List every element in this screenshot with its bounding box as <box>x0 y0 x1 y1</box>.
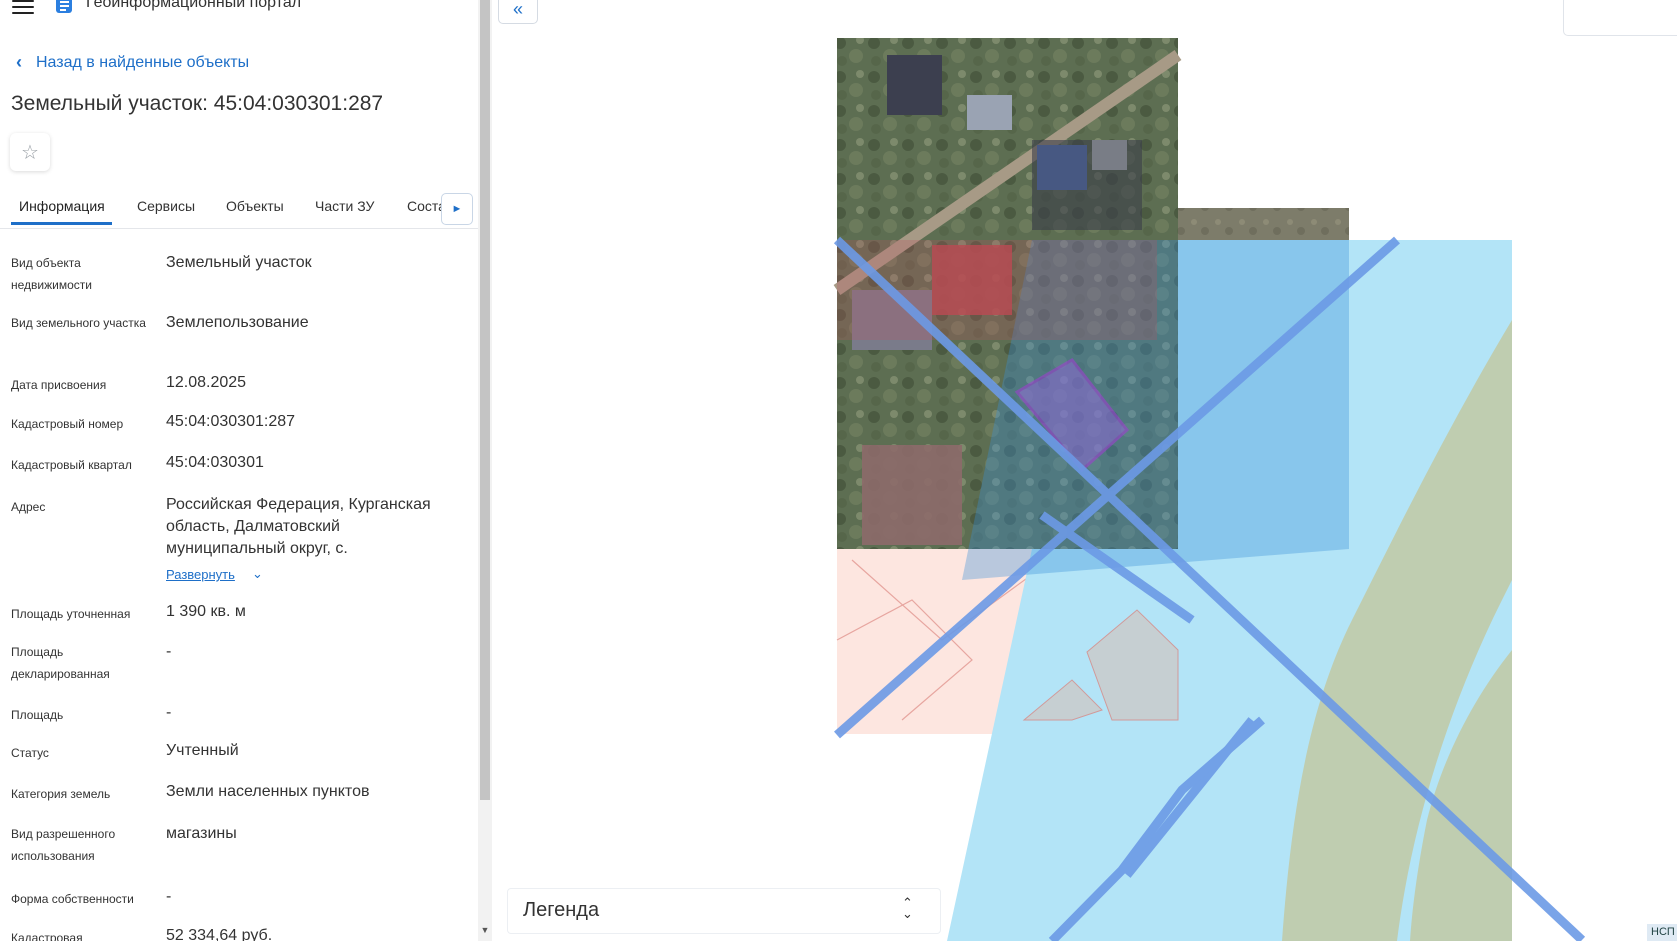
imagery-roof <box>862 445 962 545</box>
property-value: Земли населенных пунктов <box>166 783 370 800</box>
tab-services[interactable]: Сервисы <box>137 198 195 214</box>
portal-title: Геоинформационный портал <box>86 0 302 11</box>
menu-icon[interactable] <box>12 0 34 14</box>
info-panel: Геоинформационный портал ‹ Назад в найде… <box>0 0 478 941</box>
scroll-down-arrow-icon[interactable]: ▼ <box>479 925 491 939</box>
collapse-panel-button[interactable]: « <box>498 0 538 24</box>
active-tab-indicator <box>11 222 112 225</box>
property-value: - <box>166 888 172 905</box>
double-chevron-left-icon: « <box>512 0 523 19</box>
legend-panel[interactable]: Легенда ⌃ ⌄ <box>507 888 941 934</box>
property-label: Категория земель <box>11 787 111 801</box>
property-value: Российская Федерация, Курганская область… <box>166 496 431 557</box>
property-label: Площадь уточненная <box>11 607 131 621</box>
property-label: Кадастровый номер <box>11 417 124 431</box>
expand-address-link[interactable]: Развернуть <box>166 567 235 582</box>
property-value: Землепользование <box>166 314 309 331</box>
property-label: Площадь <box>11 708 64 722</box>
property-value: 45:04:030301 <box>166 454 264 471</box>
scrollbar-thumb[interactable] <box>480 0 490 800</box>
property-value: Учтенный <box>166 742 239 759</box>
imagery-field <box>1032 140 1142 230</box>
chevron-left-icon: ‹ <box>16 52 22 72</box>
expand-collapse-icon[interactable]: ⌃ ⌄ <box>902 896 913 920</box>
property-label: Кадастровый квартал <box>11 458 132 472</box>
tab-parcel-parts[interactable]: Части ЗУ <box>315 198 374 214</box>
property-value: - <box>166 643 172 660</box>
tab-objects[interactable]: Объекты <box>226 198 284 214</box>
property-label: Вид разрешенного использования <box>11 827 116 863</box>
scale-indicator: НСП <box>1647 924 1677 941</box>
imagery-roof <box>967 95 1012 130</box>
property-value: - <box>166 704 172 721</box>
property-label: Вид объекта недвижимости <box>11 256 92 292</box>
property-value: 45:04:030301:287 <box>166 413 296 430</box>
object-title: Земельный участок: 45:04:030301:287 <box>11 92 384 115</box>
chevron-right-icon: ► <box>451 203 463 215</box>
map-control-box[interactable] <box>1563 0 1677 36</box>
property-value: магазины <box>166 825 237 842</box>
portal-logo-icon <box>56 0 72 13</box>
property-value: 1 390 кв. м <box>166 603 246 620</box>
tab-information[interactable]: Информация <box>19 198 105 214</box>
property-label: Адрес <box>11 500 46 514</box>
chevron-down-icon[interactable]: ⌄ <box>252 566 263 582</box>
property-label: Кадастровая <box>11 931 83 941</box>
imagery-roof <box>887 55 942 115</box>
legend-label: Легенда <box>523 899 600 921</box>
property-value: 12.08.2025 <box>166 374 247 391</box>
back-to-results-link[interactable]: ‹ Назад в найденные объекты <box>16 52 249 73</box>
property-label: Статус <box>11 746 49 760</box>
map-layers <box>833 38 1586 941</box>
property-label: Дата присвоения <box>11 378 107 392</box>
star-icon: ☆ <box>21 141 39 164</box>
tabs-scroll-right-button[interactable]: ► <box>441 193 473 225</box>
favorite-star-button[interactable]: ☆ <box>10 133 50 171</box>
property-value: 52 334,64 руб. <box>166 927 273 941</box>
property-value: Земельный участок <box>166 254 312 271</box>
back-link-label: Назад в найденные объекты <box>36 53 250 71</box>
property-label: Площадь декларированная <box>11 645 110 681</box>
map-canvas[interactable] <box>492 0 1677 941</box>
property-label: Вид земельного участка <box>11 316 146 330</box>
property-label: Форма собственности <box>11 892 134 906</box>
